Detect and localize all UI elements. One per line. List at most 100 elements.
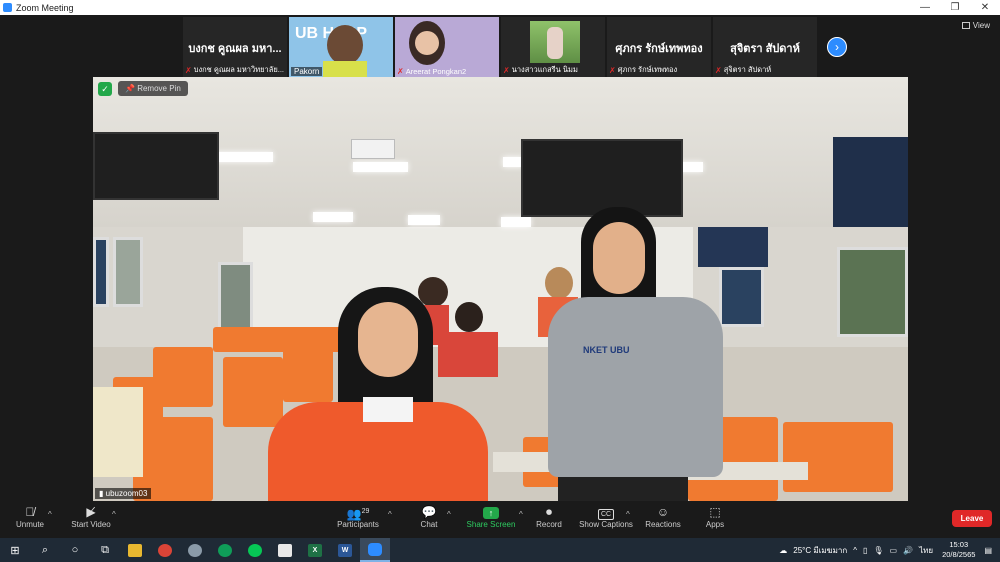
- participant-name: ศุภกร รักษ์เทพทอง: [617, 65, 678, 74]
- share-screen-icon: ↑: [465, 504, 517, 520]
- participant-tile[interactable]: ✗ นางสาวแกสรีน นิมม: [501, 17, 605, 77]
- window: [719, 267, 764, 327]
- video-options-caret[interactable]: ^: [112, 510, 116, 519]
- line-icon[interactable]: [240, 538, 270, 562]
- microphone-icon[interactable]: 🎙: [870, 546, 886, 555]
- maximize-button[interactable]: ❐: [940, 2, 970, 13]
- zoom-taskbar-icon[interactable]: [360, 538, 390, 562]
- participants-button[interactable]: 👥29 Participants: [335, 504, 381, 529]
- weather-text[interactable]: 25°C มีเมฆมาก: [790, 544, 850, 557]
- participant-name: Areerat Pongkan2: [405, 67, 467, 76]
- participant-video: [327, 25, 363, 65]
- start-video-label: Start Video: [71, 520, 111, 529]
- leave-button[interactable]: Leave: [952, 510, 992, 527]
- reactions-label: Reactions: [645, 520, 681, 529]
- window-title-bar: Zoom Meeting — ❐ ✕: [0, 0, 1000, 15]
- ceiling-light: [213, 152, 273, 162]
- participant-name: Pakorn: [291, 67, 323, 76]
- chat-icon: 💬: [421, 505, 437, 519]
- window-curtain: [833, 137, 908, 227]
- windows-taskbar: ⊞ ⌕ ○ ⧉ X W ☁ 25°C มีเมฆมาก ^ ▯ 🎙 ▭ 🔊 ไท…: [0, 538, 1000, 562]
- clock[interactable]: 15:03 20/8/2565: [936, 540, 981, 560]
- next-page-button[interactable]: ›: [827, 37, 847, 57]
- device-icon[interactable]: ▯: [860, 546, 870, 555]
- participant-figure: [547, 27, 563, 59]
- notifications-icon[interactable]: ▤: [981, 546, 1000, 555]
- classroom-chair: [783, 422, 893, 492]
- muted-mic-icon: ✗: [185, 65, 192, 75]
- cortana-icon[interactable]: ○: [60, 538, 90, 562]
- window: [93, 237, 109, 307]
- teacher-skirt: [558, 477, 688, 501]
- share-options-caret[interactable]: ^: [519, 510, 523, 519]
- person-head: [455, 302, 483, 332]
- excel-icon[interactable]: X: [300, 538, 330, 562]
- unmute-button[interactable]: 🎙̸ Unmute: [12, 504, 48, 529]
- participant-tile[interactable]: สุจิตรา สัปดาห์ ✗ สุจิตรา สัปดาห์: [713, 17, 817, 77]
- search-icon[interactable]: ⌕: [30, 538, 60, 562]
- window-curtain: [698, 227, 768, 267]
- show-hidden-icons-icon[interactable]: ^: [850, 546, 860, 555]
- share-screen-button[interactable]: ↑ Share Screen: [465, 504, 517, 529]
- window: [837, 247, 908, 337]
- shield-icon: ✓: [98, 82, 112, 96]
- classroom-chair: [153, 347, 213, 407]
- chat-label: Chat: [420, 520, 438, 529]
- audio-options-caret[interactable]: ^: [48, 510, 52, 519]
- apps-icon: ⬚: [709, 505, 721, 519]
- word-icon[interactable]: W: [330, 538, 360, 562]
- windows-start-icon[interactable]: ⊞: [0, 538, 30, 562]
- record-icon: ⏺: [545, 505, 552, 519]
- muted-mic-icon: ✗: [715, 65, 722, 75]
- network-icon[interactable]: ▭: [887, 546, 901, 555]
- volume-icon[interactable]: 🔊: [900, 546, 916, 555]
- captions-options-caret[interactable]: ^: [626, 510, 630, 519]
- weather-icon: ☁: [779, 545, 788, 555]
- chrome-icon[interactable]: [150, 538, 180, 562]
- participant-face: [415, 31, 439, 55]
- unmute-label: Unmute: [15, 520, 44, 529]
- minimize-button[interactable]: —: [910, 2, 940, 13]
- remove-pin-button[interactable]: 📌 Remove Pin: [118, 81, 188, 96]
- task-view-icon[interactable]: ⧉: [90, 538, 120, 562]
- pinned-video[interactable]: NKET UBU ✓ 📌 Remove Pin ▮ ubuzoom03: [93, 77, 908, 501]
- reactions-button[interactable]: ☺ Reactions: [644, 504, 682, 529]
- app-icon[interactable]: [180, 538, 210, 562]
- chat-button[interactable]: 💬 Chat: [415, 504, 443, 529]
- participants-options-caret[interactable]: ^: [388, 510, 392, 519]
- participant-tile[interactable]: ศุภกร รักษ์เทพทอง ✗ ศุภกร รักษ์เทพทอง: [607, 17, 711, 77]
- apps-button[interactable]: ⬚ Apps: [702, 504, 728, 529]
- record-button[interactable]: ⏺ Record: [534, 504, 564, 529]
- view-icon: [961, 22, 970, 29]
- person-body: [438, 332, 498, 377]
- participant-display-name: สุจิตรา สัปดาห์: [730, 43, 800, 55]
- language-indicator[interactable]: ไทย: [916, 544, 936, 557]
- participant-shirt: [323, 61, 367, 77]
- remove-pin-label: Remove Pin: [137, 84, 181, 93]
- close-button[interactable]: ✕: [970, 2, 1000, 13]
- meeting-stage: บงกช คูณผล มหา... ✗ บงกช คูณผล มหาวิทยาลั…: [0, 15, 1000, 502]
- show-captions-label: Show Captions: [579, 520, 633, 529]
- view-label: View: [972, 21, 990, 30]
- clock-date: 20/8/2565: [942, 550, 976, 559]
- speaker-name: ▮ ubuzoom03: [95, 488, 152, 499]
- start-video-button[interactable]: ▶̸ Start Video: [66, 504, 116, 529]
- chrome-profile-icon[interactable]: [210, 538, 240, 562]
- zoom-app-icon: [3, 3, 12, 12]
- participant-tile[interactable]: UB HAPP Pakorn: [289, 17, 393, 77]
- view-button[interactable]: View: [961, 21, 990, 30]
- student-collar: [363, 397, 413, 422]
- participant-tile[interactable]: บงกช คูณผล มหา... ✗ บงกช คูณผล มหาวิทยาลั…: [183, 17, 287, 77]
- pdf-icon[interactable]: [270, 538, 300, 562]
- classroom-chair: [283, 347, 333, 402]
- share-screen-label: Share Screen: [466, 520, 516, 529]
- chat-options-caret[interactable]: ^: [447, 510, 451, 519]
- participant-display-name: บงกช คูณผล มหา...: [188, 43, 282, 55]
- participant-tile[interactable]: ✗ Areerat Pongkan2: [395, 17, 499, 77]
- system-tray: ☁ 25°C มีเมฆมาก ^ ▯ 🎙 ▭ 🔊 ไทย 15:03 20/8…: [776, 538, 1000, 562]
- ceiling-tv: [521, 139, 683, 217]
- file-explorer-icon[interactable]: [120, 538, 150, 562]
- student-face: [358, 302, 418, 377]
- ceiling-tv: [93, 132, 219, 200]
- classroom-chair: [223, 357, 283, 427]
